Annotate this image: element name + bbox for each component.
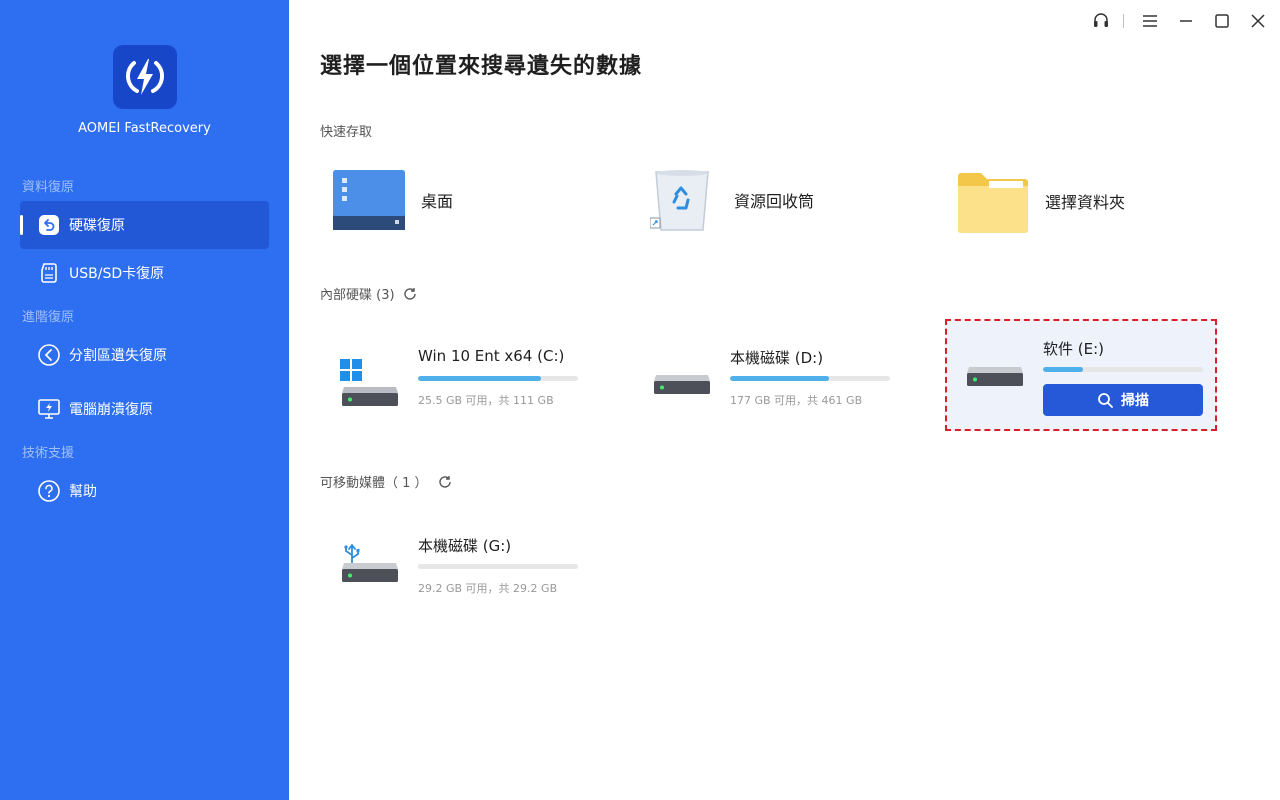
section-advanced-recovery: 進階復原	[22, 310, 75, 325]
search-icon	[1098, 393, 1113, 408]
page-title: 選擇一個位置來搜尋遺失的數據	[320, 54, 643, 79]
window-controls	[1081, 6, 1280, 36]
drive-space: 29.2 GB 可用，共 29.2 GB	[418, 582, 558, 595]
drive-name: 软件 (E:)	[1043, 340, 1105, 358]
quick-item-label: 資源回收筒	[734, 192, 815, 211]
internal-drives-section: 內部硬碟 (3)	[320, 284, 417, 303]
drive-name: Win 10 Ent x64 (C:)	[418, 347, 565, 365]
help-icon	[37, 479, 61, 503]
drive-usage-fill	[418, 376, 542, 381]
folder-icon	[958, 173, 1028, 233]
sidebar-item-partition-recovery[interactable]: 分割區遺失復原	[20, 331, 269, 379]
quick-item-recycle-bin[interactable]: 資源回收筒	[650, 168, 814, 232]
removable-media-section: 可移動媒體（ 1 ）	[320, 472, 452, 491]
hard-drive-icon	[967, 367, 1023, 386]
hard-drive-icon	[654, 375, 710, 394]
divider	[1123, 14, 1124, 28]
internal-drives-label: 內部硬碟 (3)	[320, 288, 395, 303]
app-logo	[113, 45, 177, 109]
recycle-bin-icon	[650, 170, 709, 231]
quick-item-label: 桌面	[421, 192, 454, 211]
sidebar-item-label: 分割區遺失復原	[69, 348, 167, 364]
drive-card-g[interactable]: 本機磁碟 (G:) 29.2 GB 可用，共 29.2 GB	[332, 517, 602, 627]
scan-button[interactable]: 掃描	[1043, 384, 1203, 416]
sidebar-item-label: 幫助	[69, 484, 97, 500]
quick-item-select-folder[interactable]: 選擇資料夾	[957, 168, 1125, 234]
sidebar: AOMEI FastRecovery 資料復原 硬碟復原 USB/SD卡復原 進…	[0, 0, 289, 800]
sd-card-icon	[37, 261, 61, 285]
app-name: AOMEI FastRecovery	[78, 121, 211, 136]
support-headset-icon[interactable]	[1085, 6, 1117, 36]
quick-item-label: 選擇資料夾	[1045, 193, 1126, 212]
desktop-icon	[333, 170, 405, 230]
minimize-icon[interactable]	[1170, 6, 1202, 36]
drive-card-e[interactable]: 软件 (E:) 掃描	[945, 319, 1217, 431]
sidebar-item-label: 電腦崩潰復原	[69, 402, 153, 418]
undo-icon	[37, 213, 61, 237]
drive-name: 本機磁碟 (D:)	[730, 349, 824, 367]
quick-item-desktop[interactable]: 桌面	[333, 168, 453, 232]
sidebar-item-label: USB/SD卡復原	[69, 266, 165, 282]
drive-space: 25.5 GB 可用，共 111 GB	[418, 394, 554, 407]
sidebar-item-label: 硬碟復原	[69, 218, 125, 234]
drive-usage-bar	[418, 376, 578, 381]
monitor-icon	[37, 397, 61, 421]
menu-icon[interactable]	[1134, 6, 1166, 36]
drive-usage-bar	[418, 564, 578, 569]
drive-usage-bar	[730, 376, 890, 381]
sidebar-item-usb-sd-recovery[interactable]: USB/SD卡復原	[20, 249, 269, 297]
sidebar-item-disk-recovery[interactable]: 硬碟復原	[20, 201, 269, 249]
drive-space: 177 GB 可用，共 461 GB	[730, 394, 863, 407]
refresh-icon[interactable]	[403, 287, 417, 301]
drive-name: 本機磁碟 (G:)	[418, 537, 512, 555]
lightning-bolt-icon	[126, 59, 164, 95]
drive-card-c[interactable]: Win 10 Ent x64 (C:) 25.5 GB 可用，共 111 GB	[332, 329, 602, 439]
maximize-icon[interactable]	[1206, 6, 1238, 36]
usb-drive-icon	[342, 544, 398, 582]
drive-usage-bar	[1043, 367, 1203, 372]
removable-media-label: 可移動媒體（ 1 ）	[320, 476, 428, 491]
windows-drive-icon	[340, 359, 398, 406]
section-data-recovery: 資料復原	[22, 180, 75, 195]
partition-icon	[37, 343, 61, 367]
scan-button-label: 掃描	[1121, 393, 1149, 409]
quick-access-label: 快速存取	[320, 125, 373, 140]
sidebar-item-help[interactable]: 幫助	[20, 467, 269, 515]
close-icon[interactable]	[1242, 6, 1274, 36]
sidebar-item-crash-recovery[interactable]: 電腦崩潰復原	[20, 385, 269, 433]
drive-usage-fill	[730, 376, 830, 381]
drive-card-d[interactable]: 本機磁碟 (D:) 177 GB 可用，共 461 GB	[644, 329, 914, 439]
drive-usage-fill	[1043, 367, 1083, 372]
section-tech-support: 技術支援	[22, 446, 75, 461]
refresh-icon[interactable]	[438, 475, 452, 489]
